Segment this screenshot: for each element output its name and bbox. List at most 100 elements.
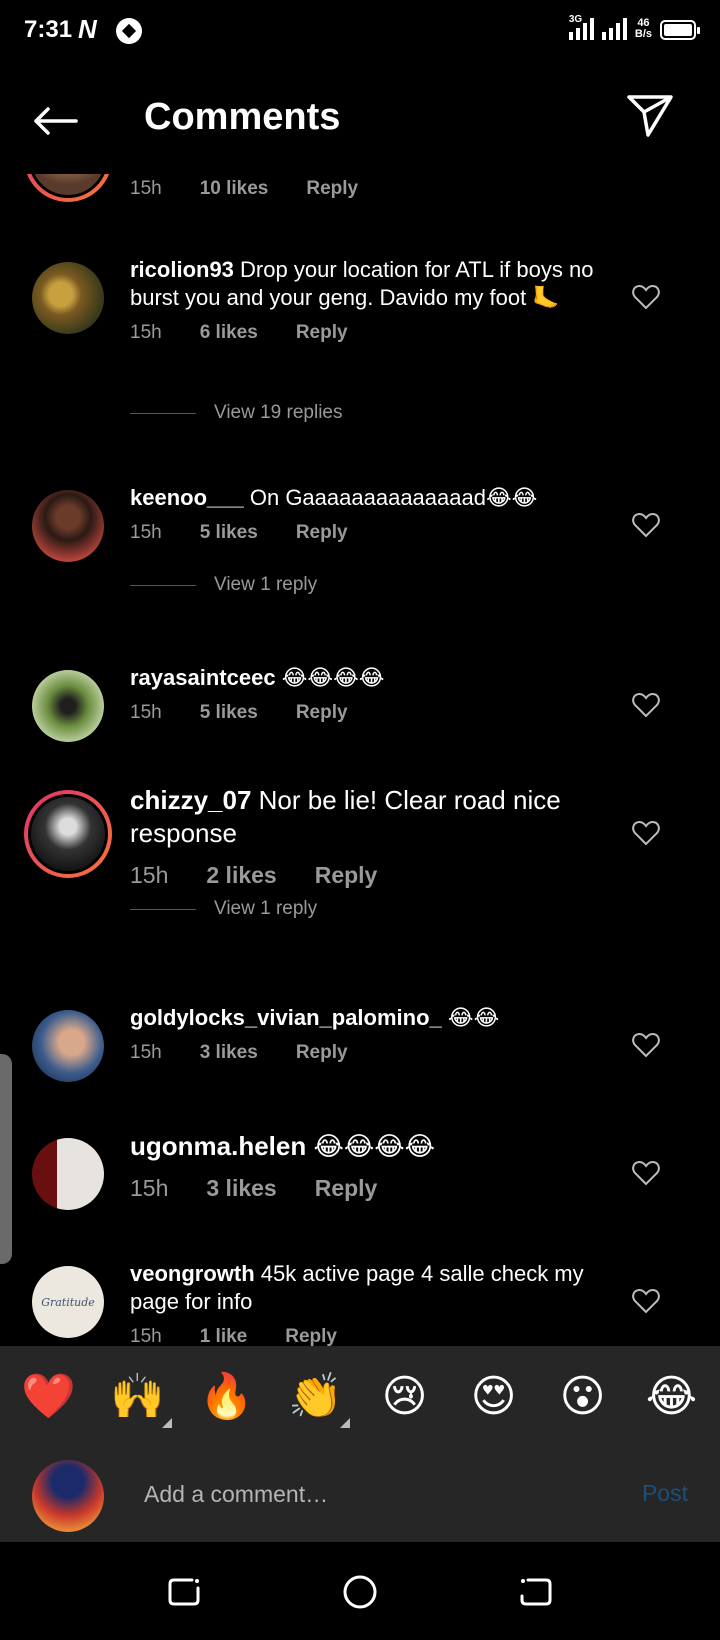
skin-tone-indicator — [339, 1418, 350, 1428]
battery-icon — [660, 20, 700, 40]
reply-button[interactable]: Reply — [296, 322, 348, 344]
heart-icon[interactable] — [632, 1160, 660, 1186]
heart-eyes-emoji-button[interactable]: 😍 — [454, 1371, 534, 1422]
comment-likes[interactable]: 5 likes — [200, 702, 258, 724]
page-title: Comments — [144, 96, 341, 138]
comment-meta: 15h 2 likes Reply — [130, 862, 620, 889]
comment-likes[interactable]: 1 like — [200, 1326, 248, 1346]
avatar[interactable] — [32, 490, 104, 562]
comment-time: 15h — [130, 178, 162, 199]
reply-button[interactable]: Reply — [296, 702, 348, 724]
arrow-left-icon — [34, 107, 78, 135]
comment-time: 15h — [130, 1175, 169, 1201]
avatar[interactable] — [32, 262, 104, 334]
comment-text: chizzy_07 Nor be lie! Clear road nice re… — [130, 785, 561, 848]
comment-meta: 15h 10 likes Reply — [130, 178, 620, 200]
soccer-ball-icon — [116, 18, 142, 44]
signal-icon-2 — [601, 16, 627, 40]
comment-likes[interactable]: 2 likes — [206, 862, 276, 889]
red-heart-emoji-button[interactable]: ❤️ — [9, 1370, 89, 1422]
comment-username[interactable]: ugonma.helen — [130, 1131, 306, 1161]
reply-button[interactable]: Reply — [306, 178, 358, 200]
clapping-hands-emoji-button[interactable]: 👏 — [276, 1370, 356, 1428]
comment-meta: 15h 5 likes Reply — [130, 522, 620, 544]
edge-panel-handle[interactable] — [0, 1054, 12, 1264]
top-bar: Comments — [0, 64, 720, 174]
reply-button[interactable]: Reply — [296, 1042, 348, 1064]
reply-button[interactable]: Reply — [315, 862, 378, 889]
heart-icon[interactable] — [632, 692, 660, 718]
comment-time: 15h — [130, 862, 169, 888]
comment-username[interactable]: chizzy_07 — [130, 785, 251, 815]
home-icon[interactable] — [340, 1572, 380, 1612]
heart-icon[interactable] — [632, 1288, 660, 1314]
comment-text: goldylocks_vivian_palomino_ 😂😂 — [130, 1005, 500, 1030]
avatar[interactable] — [32, 1138, 104, 1210]
comment-username[interactable]: goldylocks_vivian_palomino_ — [130, 1005, 442, 1030]
comment-time: 15h — [130, 702, 162, 723]
share-button[interactable] — [626, 94, 680, 148]
comment-username[interactable]: ricolion93 — [130, 257, 234, 282]
network-type: 3G — [568, 14, 583, 25]
comment-text: ugonma.helen 😂😂😂😂 — [130, 1131, 436, 1161]
recent-apps-icon[interactable] — [164, 1572, 204, 1612]
surprised-face-emoji-button[interactable]: 😮 — [543, 1371, 623, 1422]
comment-likes[interactable]: 6 likes — [200, 322, 258, 344]
divider-line — [130, 584, 196, 586]
comment-list[interactable]: 15h 10 likes Reply ricolion93 Drop your … — [0, 174, 720, 1346]
comment-likes[interactable]: 3 likes — [206, 1175, 276, 1202]
view-replies-button[interactable]: View 19 replies — [130, 402, 343, 424]
reply-button[interactable]: Reply — [315, 1175, 378, 1202]
comment-text: ricolion93 Drop your location for ATL if… — [130, 257, 594, 310]
comment-input[interactable] — [144, 1476, 584, 1512]
comment-meta: 15h 3 likes Reply — [130, 1175, 620, 1202]
heart-icon[interactable] — [632, 820, 660, 846]
avatar[interactable] — [32, 670, 104, 742]
avatar[interactable]: Gratitude — [32, 1266, 104, 1338]
comment-text: rayasaintceec 😂😂😂😂 — [130, 665, 385, 690]
status-bar: 7:31 N 3G 46 B/s — [0, 0, 720, 64]
comment-meta: 15h 5 likes Reply — [130, 702, 620, 724]
comment-text: veongrowth 45k active page 4 salle check… — [130, 1261, 584, 1314]
comment-meta: 15h 3 likes Reply — [130, 1042, 620, 1064]
reply-button[interactable]: Reply — [296, 522, 348, 544]
quick-reaction-bar: ❤️ 🙌 🔥 👏 😢 😍 😮 😂 — [0, 1346, 720, 1446]
avatar[interactable] — [32, 1010, 104, 1082]
comment-username[interactable]: keenoo___ — [130, 485, 244, 510]
comment-username[interactable]: rayasaintceec — [130, 665, 276, 690]
comment-likes[interactable]: 10 likes — [200, 178, 269, 200]
reply-button[interactable]: Reply — [285, 1326, 337, 1346]
comment-meta: 15h 6 likes Reply — [130, 322, 620, 344]
view-replies-button[interactable]: View 1 reply — [130, 574, 317, 596]
tears-of-joy-emoji-button[interactable]: 😂 — [632, 1371, 712, 1422]
crying-face-emoji-button[interactable]: 😢 — [365, 1371, 445, 1422]
heart-icon[interactable] — [632, 1032, 660, 1058]
heart-icon[interactable] — [632, 512, 660, 538]
divider-line — [130, 412, 196, 414]
back-button[interactable] — [28, 94, 82, 148]
comment-composer: Post — [0, 1446, 720, 1542]
status-time: 7:31 — [24, 16, 73, 43]
heart-icon[interactable] — [632, 284, 660, 310]
comment-meta: 15h 1 like Reply — [130, 1326, 620, 1346]
network-speed: 46 B/s — [634, 17, 652, 40]
netflix-notification-icon: N — [78, 14, 97, 44]
comment-username[interactable]: veongrowth — [130, 1261, 255, 1286]
view-replies-button[interactable]: View 1 reply — [130, 898, 317, 920]
system-navigation-bar — [0, 1542, 720, 1640]
skin-tone-indicator — [161, 1418, 172, 1428]
comment-likes[interactable]: 3 likes — [200, 1042, 258, 1064]
post-button[interactable]: Post — [642, 1480, 688, 1507]
fire-emoji-button[interactable]: 🔥 — [187, 1370, 267, 1422]
comment-time: 15h — [130, 1326, 162, 1346]
current-user-avatar — [32, 1460, 104, 1532]
comment-likes[interactable]: 5 likes — [200, 522, 258, 544]
avatar[interactable] — [24, 790, 112, 878]
avatar[interactable] — [24, 174, 112, 202]
back-nav-icon[interactable] — [516, 1572, 556, 1612]
paper-plane-icon — [627, 95, 673, 137]
raising-hands-emoji-button[interactable]: 🙌 — [98, 1370, 178, 1428]
divider-line — [130, 908, 196, 910]
comment-time: 15h — [130, 1042, 162, 1063]
comment-text: keenoo___ On Gaaaaaaaaaaaaaad😂😂 — [130, 485, 538, 510]
